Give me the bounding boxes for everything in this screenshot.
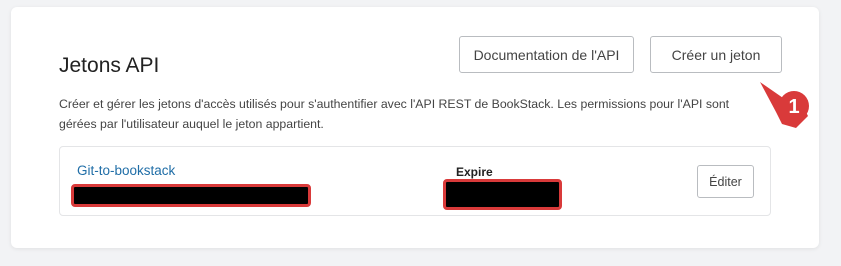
redacted-expiry-date [443,179,562,210]
token-name-link[interactable]: Git-to-bookstack [77,163,175,178]
api-tokens-description: Créer et gérer les jetons d'accès utilis… [59,97,730,131]
api-documentation-button[interactable]: Documentation de l'API [459,36,634,73]
edit-token-button[interactable]: Éditer [697,165,754,198]
redacted-token-id [71,184,311,207]
step-marker-number: 1 [788,96,799,118]
page-title: Jetons API [59,54,160,77]
token-list-item: Git-to-bookstack Expire Éditer [59,146,771,216]
expire-label: Expire [456,165,493,179]
api-tokens-card: Jetons API Documentation de l'API Créer … [11,7,819,248]
create-token-button[interactable]: Créer un jeton [650,36,782,73]
step-marker-icon: 1 [760,82,809,128]
